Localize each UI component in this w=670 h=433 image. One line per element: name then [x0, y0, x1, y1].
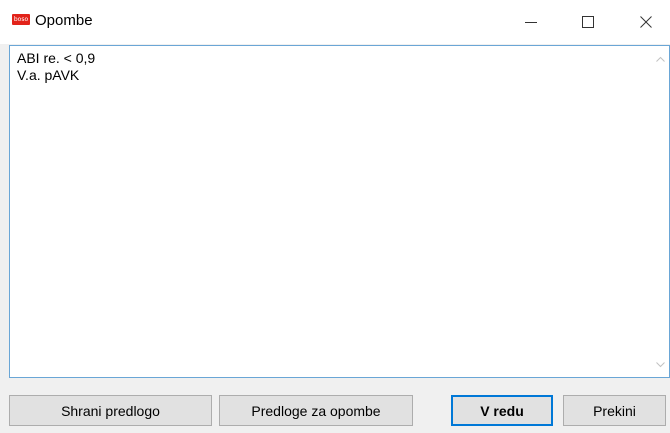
- scroll-down-button[interactable]: [652, 356, 669, 373]
- scroll-up-button[interactable]: [652, 50, 669, 67]
- close-icon: [640, 16, 652, 28]
- minimize-button[interactable]: [508, 0, 554, 44]
- save-template-button[interactable]: Shrani predlogo: [9, 395, 212, 426]
- vertical-scrollbar[interactable]: [652, 46, 669, 377]
- notes-line-2: V.a. pAVK: [17, 67, 80, 83]
- minimize-icon: [525, 22, 537, 23]
- chevron-down-icon: [656, 361, 665, 367]
- title-bar[interactable]: boso Opombe: [0, 0, 670, 44]
- window-title: Opombe: [35, 12, 93, 29]
- ok-button[interactable]: V redu: [451, 395, 553, 426]
- maximize-icon: [582, 16, 594, 28]
- chevron-up-icon: [656, 56, 665, 62]
- app-logo-icon: boso: [12, 14, 30, 25]
- cancel-button[interactable]: Prekini: [563, 395, 666, 426]
- maximize-button[interactable]: [565, 0, 611, 44]
- notes-text[interactable]: ABI re. < 0,9 V.a. pAVK: [17, 50, 95, 84]
- close-button[interactable]: [623, 0, 669, 44]
- notes-dialog: boso Opombe ABI re. < 0,9 V.a. pAVK Shra…: [0, 0, 670, 433]
- app-logo-text: boso: [13, 15, 29, 23]
- notes-line-1: ABI re. < 0,9: [17, 50, 96, 66]
- notes-textarea[interactable]: ABI re. < 0,9 V.a. pAVK: [9, 45, 670, 378]
- note-templates-button[interactable]: Predloge za opombe: [219, 395, 413, 426]
